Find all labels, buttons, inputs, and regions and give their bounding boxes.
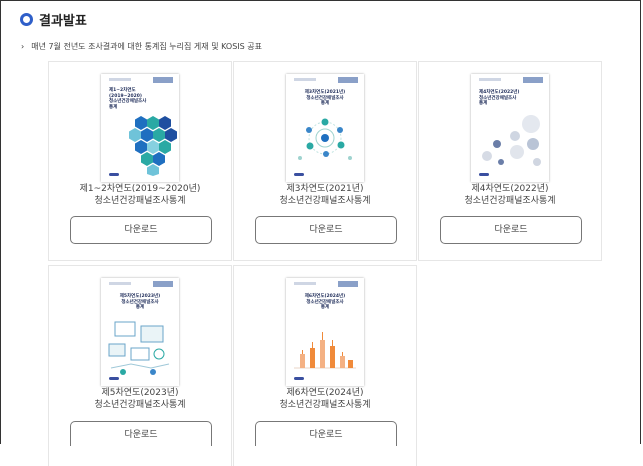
report-cover-image: 제4차연도(2022년) 청소년건강패널조사 통계: [471, 74, 549, 182]
bar-chart-icon: [294, 332, 356, 369]
card-title: 제4차연도(2022년) 청소년건강패널조사통계: [464, 184, 556, 206]
illustration-icon: [108, 321, 170, 375]
logo-icon: [338, 281, 358, 287]
government-seal-icon: [294, 377, 304, 380]
download-button[interactable]: 다운로드: [255, 421, 397, 446]
card-title: 제1~2차연도(2019~2020년) 청소년건강패널조사통계: [79, 184, 201, 206]
report-cover-image: 제6차연도(2024년) 청소년건강패널조사 통계: [286, 278, 364, 386]
report-cover-image: 제3차연도(2021년) 청소년건강패널조사 통계: [286, 74, 364, 182]
logo-icon: [153, 281, 173, 287]
section-title: 결과발표: [39, 13, 87, 29]
logo-icon: [153, 77, 173, 83]
circles-pattern-icon: [482, 115, 541, 166]
logo-icon: [523, 77, 543, 83]
government-seal-icon: [109, 377, 119, 380]
report-cover-image: 제1~2차연도 (2019~2020) 청소년건강패널조사 통계: [101, 74, 179, 182]
section-heading: 결과발표: [20, 9, 87, 29]
logo-icon: [338, 77, 358, 83]
government-seal-icon: [479, 173, 489, 176]
report-card: 제4차연도(2022년) 청소년건강패널조사 통계 제4차연도(2022년) 청소년…: [418, 61, 602, 261]
government-seal-icon: [109, 173, 119, 176]
report-card: 제6차연도(2024년) 청소년건강패널조사 통계 제6차연도(2024년) 청소년…: [233, 265, 417, 466]
government-seal-icon: [294, 173, 304, 176]
download-button[interactable]: 다운로드: [70, 421, 212, 446]
cover-title: 제1~2차연도 (2019~2020) 청소년건강패널조사 통계: [109, 88, 147, 110]
report-card: 제3차연도(2021년) 청소년건강패널조사 통계 제3차연도(2021년) 청소년…: [233, 61, 417, 261]
card-title: 제6차연도(2024년) 청소년건강패널조사통계: [279, 388, 371, 410]
network-diagram-icon: [298, 118, 352, 160]
chevron-right-icon: ›: [21, 42, 25, 51]
report-card: 제5차연도(2023년) 청소년건강패널조사 통계 제5차연도(2023년) 청소년…: [48, 265, 232, 466]
report-card: 제1~2차연도 (2019~2020) 청소년건강패널조사 통계 제1~2차연도…: [48, 61, 232, 261]
download-button[interactable]: 다운로드: [255, 216, 397, 244]
content-frame: 결과발표 › 매년 7월 전년도 조사결과에 대한 통계집 누리집 게재 및 K…: [0, 0, 641, 466]
download-button[interactable]: 다운로드: [440, 216, 582, 244]
circle-bullet-icon: [20, 12, 33, 26]
hexagon-pattern-icon: [129, 116, 177, 176]
card-title: 제3차연도(2021년) 청소년건강패널조사통계: [279, 184, 371, 206]
report-cover-image: 제5차연도(2023년) 청소년건강패널조사 통계: [101, 278, 179, 386]
description-text: 매년 7월 전년도 조사결과에 대한 통계집 누리집 게재 및 KOSIS 공표: [31, 42, 262, 51]
cover-title: 제4차연도(2022년) 청소년건강패널조사 통계: [479, 90, 520, 106]
cover-title: 제3차연도(2021년) 청소년건강패널조사 통계: [304, 90, 346, 106]
section-description: › 매년 7월 전년도 조사결과에 대한 통계집 누리집 게재 및 KOSIS …: [21, 41, 262, 52]
card-title: 제5차연도(2023년) 청소년건강패널조사통계: [94, 388, 186, 410]
download-button[interactable]: 다운로드: [70, 216, 212, 244]
cover-title: 제6차연도(2024년) 청소년건강패널조사 통계: [304, 294, 346, 310]
cover-title: 제5차연도(2023년) 청소년건강패널조사 통계: [119, 294, 161, 310]
